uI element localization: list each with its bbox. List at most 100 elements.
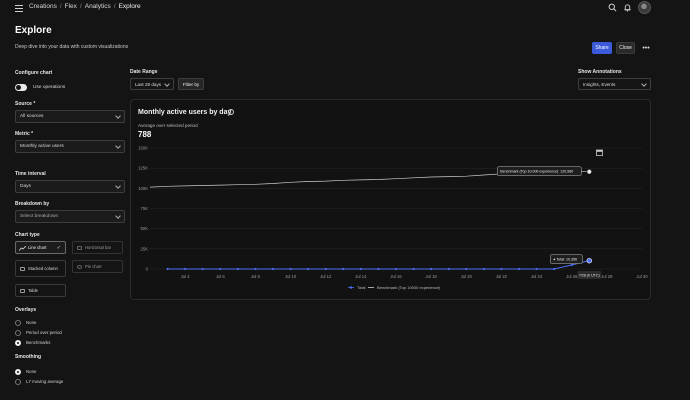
data-point-total[interactable] (219, 267, 222, 271)
breadcrumb-analytics[interactable]: Analytics (85, 3, 111, 10)
time-interval-value: Days (20, 184, 31, 189)
source-select[interactable]: All sources (15, 110, 125, 123)
menu-icon[interactable] (15, 5, 23, 12)
annotations-select[interactable]: Insights, Events (578, 78, 651, 90)
smoothing-l7-radio[interactable] (15, 379, 21, 385)
chart-title: Monthly active users by day (138, 109, 232, 116)
data-point-total[interactable] (201, 267, 204, 271)
chart-type-line[interactable]: Line chart ✓ (15, 241, 66, 254)
data-point-total[interactable] (447, 267, 450, 271)
data-point-total[interactable] (517, 267, 521, 271)
data-point-total[interactable] (535, 267, 538, 271)
use-operations-label: Use operations (33, 85, 66, 90)
data-point-total[interactable] (430, 267, 433, 271)
data-point-total[interactable] (271, 267, 275, 271)
breadcrumb-flex[interactable]: Flex (65, 3, 77, 10)
overlay-period-label: Period over period (26, 330, 62, 335)
x-tick-label: Jul 14 (355, 274, 367, 279)
data-point-total[interactable] (359, 267, 362, 271)
data-point-total[interactable] (324, 267, 327, 271)
y-tick-label: 0 (146, 267, 149, 272)
chart-subtitle: Average over selected period (138, 123, 198, 128)
overlay-none-radio[interactable] (15, 320, 21, 326)
overlays-label: Overlays (15, 307, 37, 313)
date-range-select[interactable]: Last 28 days (130, 78, 174, 90)
data-point-total[interactable] (289, 267, 292, 271)
tooltip-total-text: ● Total: 10,356 (553, 258, 577, 262)
smoothing-none-radio[interactable] (15, 369, 21, 375)
data-point-total[interactable] (482, 267, 485, 271)
chart-type-pie[interactable]: Pie chart (72, 260, 123, 273)
x-tick-label: Jul 30 (636, 274, 648, 279)
info-icon[interactable]: i (228, 109, 234, 115)
data-point-total[interactable] (570, 263, 573, 267)
x-tick-label: Jul 24 (531, 274, 543, 279)
y-tick-label: 100K (138, 186, 148, 191)
avatar[interactable] (638, 1, 651, 14)
breakdown-select[interactable]: Select breakdown (15, 210, 125, 223)
chart-type-table-label: Table (28, 288, 39, 293)
data-point-total[interactable] (465, 267, 468, 271)
data-point-total[interactable] (500, 267, 503, 271)
y-tick-label: 75K (141, 206, 149, 211)
data-point-total[interactable] (412, 267, 415, 271)
chevron-down-icon (641, 81, 647, 87)
search-icon[interactable] (608, 3, 617, 12)
line-chart-icon (19, 246, 26, 251)
data-point-total[interactable] (553, 267, 556, 271)
chart-type-stacked-column[interactable]: Stacked column (15, 260, 66, 277)
breadcrumb-creations[interactable]: Creations (29, 3, 57, 10)
overlay-period-radio[interactable] (15, 330, 21, 336)
share-button[interactable]: Share (592, 42, 612, 54)
chart-type-line-label: Line chart (28, 245, 47, 250)
data-point-total[interactable] (586, 257, 592, 264)
annotations-value: Insights, Events (583, 81, 616, 87)
filter-by-button[interactable]: Filter by (178, 78, 204, 90)
time-interval-select[interactable]: Days (15, 180, 125, 193)
stacked-column-icon (20, 267, 25, 271)
data-point-total[interactable] (166, 267, 169, 271)
data-point-total[interactable] (394, 267, 398, 271)
chart-summary-value: 788 (138, 130, 152, 139)
configure-chart-heading: Configure chart (15, 70, 53, 76)
close-button[interactable]: Close (616, 42, 635, 54)
page-subtitle: Deep dive into your data with custom vis… (15, 44, 129, 50)
x-tick-label: Jul 6 (216, 274, 226, 279)
x-tick-label: Jul 22 (496, 274, 508, 279)
legend-item[interactable]: Benchmark (Top 10000 experience) (377, 285, 441, 290)
y-tick-label: 150K (138, 146, 148, 151)
more-options-icon[interactable]: ••• (641, 42, 651, 54)
chart-type-table[interactable]: Table (15, 284, 66, 297)
data-point-total[interactable] (254, 267, 257, 271)
data-point-total[interactable] (342, 267, 345, 271)
chevron-down-icon (115, 113, 121, 119)
metric-label: Metric * (15, 131, 34, 137)
data-point-total[interactable] (236, 267, 239, 271)
chart-type-label: Chart type (15, 232, 40, 238)
data-point-total[interactable] (307, 267, 310, 271)
legend-item[interactable]: Total (357, 285, 366, 290)
date-range-value: Last 28 days (135, 81, 162, 87)
chevron-down-icon (115, 213, 121, 219)
overlay-benchmarks-radio[interactable] (15, 340, 21, 346)
breakdown-label: Breakdown by (15, 201, 50, 207)
chart-type-pie-label: Pie chart (85, 264, 102, 269)
data-point-total[interactable] (377, 267, 380, 271)
x-tick-label: Jul 16 (390, 274, 402, 279)
x-tick-label: Jul 10 (285, 274, 297, 279)
chevron-down-icon (164, 81, 170, 87)
check-icon: ✓ (56, 245, 61, 251)
use-operations-toggle[interactable] (15, 84, 27, 91)
metric-select[interactable]: Monthly active users (15, 140, 125, 153)
line-chart: 150K 125K 100K 75K 50K 25K 0 Jul 4 Jul 6 Jul 8 Ju… (138, 146, 648, 291)
x-tick-label: Jul 26 (566, 274, 578, 279)
bell-icon[interactable] (623, 3, 632, 12)
source-label: Source * (15, 101, 36, 107)
data-point-benchmark[interactable] (586, 169, 592, 175)
data-point-total[interactable] (184, 267, 187, 271)
page-title: Explore (15, 25, 52, 36)
y-tick-label: 25K (141, 246, 149, 251)
chart-type-horizontal-bar[interactable]: Horizontal bar (72, 241, 123, 254)
x-tick-label: Jul 28 (601, 274, 613, 279)
source-value: All sources (20, 114, 44, 119)
